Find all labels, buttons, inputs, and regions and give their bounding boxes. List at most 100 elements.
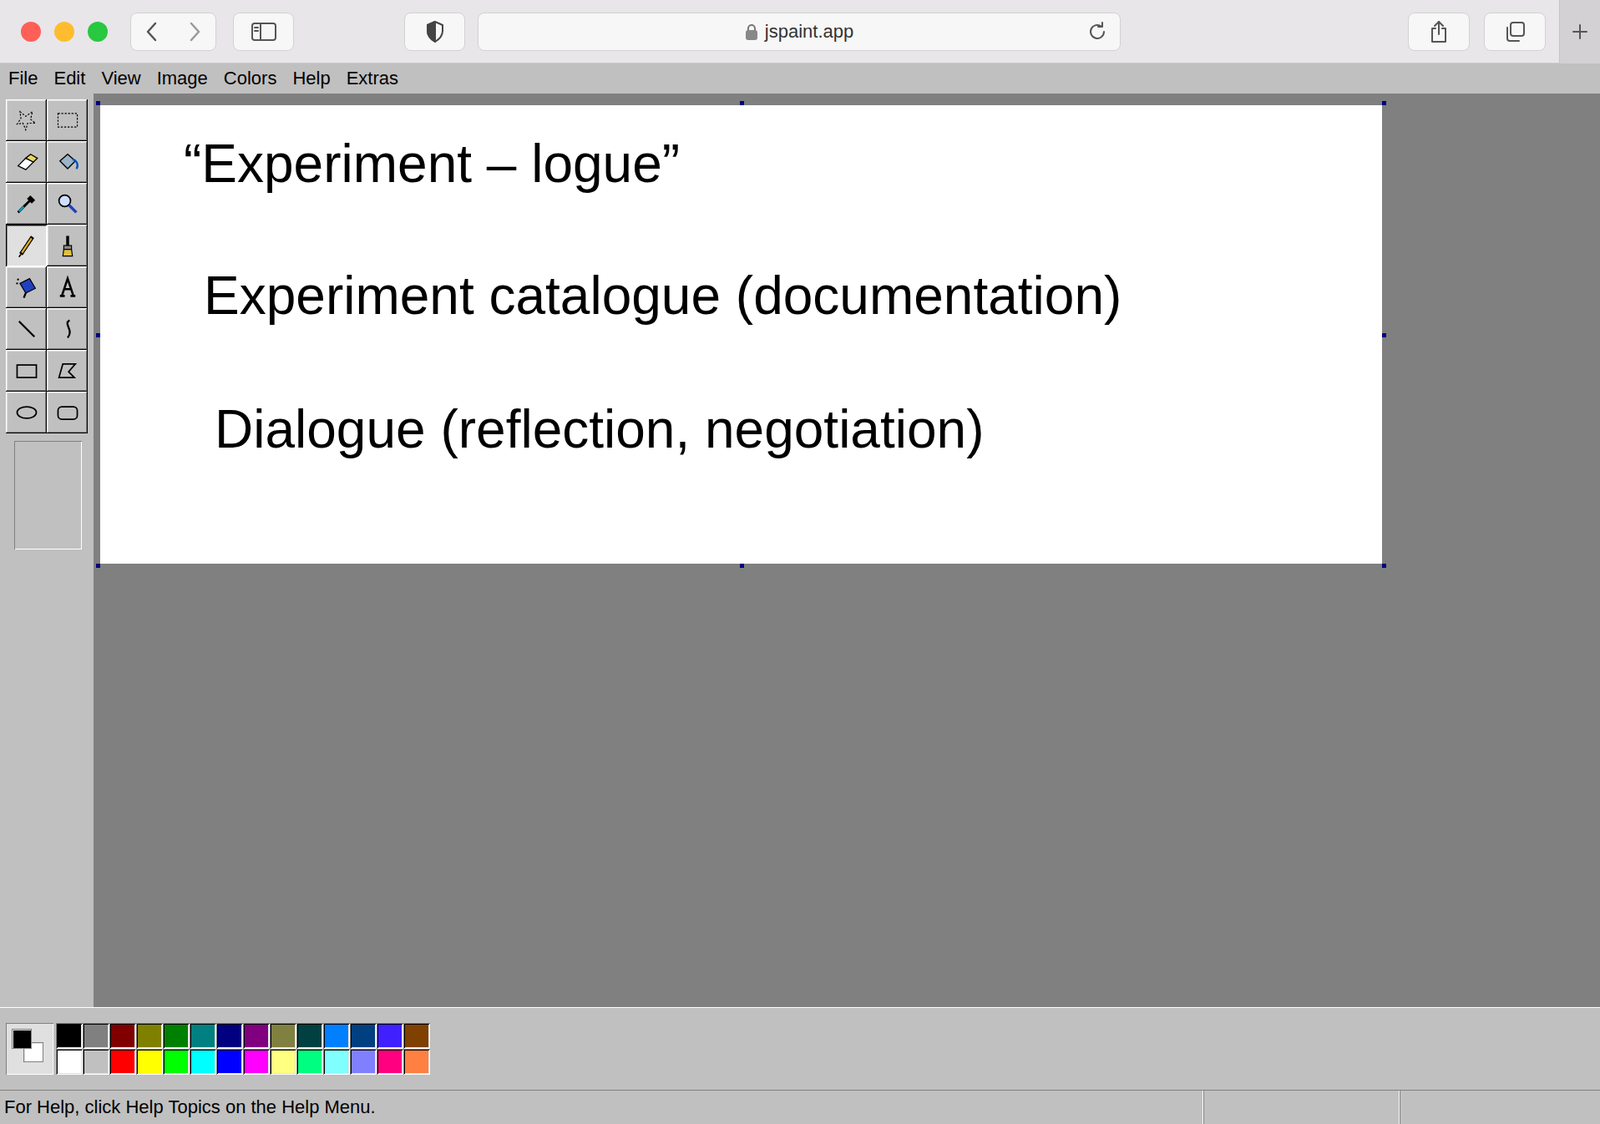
tool-button[interactable] <box>46 308 88 350</box>
tool-button[interactable] <box>5 266 47 309</box>
tool-button[interactable] <box>46 99 88 142</box>
resize-handle[interactable] <box>1382 101 1387 106</box>
tool-button[interactable] <box>5 308 47 350</box>
color-swatch[interactable] <box>376 1022 404 1049</box>
privacy-button[interactable] <box>404 12 466 51</box>
back-forward-buttons[interactable] <box>130 12 217 51</box>
menu-item[interactable]: Edit <box>53 63 93 94</box>
resize-handle[interactable] <box>1382 563 1387 568</box>
color-box <box>0 1007 1600 1090</box>
curve-icon <box>55 316 81 342</box>
color-swatch[interactable] <box>216 1048 244 1075</box>
browser-toolbar: jspaint.app <box>0 0 1600 64</box>
resize-handle[interactable] <box>739 563 745 568</box>
color-swatch[interactable] <box>296 1022 324 1049</box>
minimize-button[interactable] <box>54 21 75 42</box>
menu-item[interactable]: Colors <box>223 63 285 94</box>
color-swatch[interactable] <box>109 1022 137 1049</box>
pick-color-icon <box>14 191 40 217</box>
tool-button[interactable] <box>46 182 88 225</box>
tool-button[interactable] <box>46 391 88 434</box>
polygon-icon <box>55 358 81 384</box>
foreground-color[interactable] <box>12 1029 31 1049</box>
color-swatch[interactable] <box>376 1048 404 1075</box>
reload-icon[interactable] <box>1086 20 1109 43</box>
resize-handle[interactable] <box>96 101 101 106</box>
handwritten-line: “Experiment – logue” <box>183 131 680 197</box>
address-bar[interactable]: jspaint.app <box>477 12 1121 51</box>
pencil-icon <box>14 232 40 259</box>
tool-button[interactable] <box>5 99 47 142</box>
menu-item[interactable]: View <box>101 63 148 94</box>
color-swatch[interactable] <box>296 1048 324 1075</box>
sidebar-button[interactable] <box>232 12 294 51</box>
tool-button[interactable] <box>5 141 47 183</box>
color-swatch[interactable] <box>403 1048 431 1075</box>
plus-icon <box>1570 22 1590 41</box>
menu-item[interactable]: Help <box>292 63 338 94</box>
tabs-button[interactable] <box>1483 12 1546 51</box>
workspace: “Experiment – logue” Experiment catalogue… <box>0 93 1600 1008</box>
color-swatch[interactable] <box>243 1048 270 1075</box>
new-tab-button[interactable] <box>1559 0 1600 64</box>
rounded-rectangle-icon <box>55 400 81 426</box>
share-button[interactable] <box>1407 12 1470 51</box>
url-text: jspaint.app <box>764 17 854 46</box>
magnifier-icon <box>55 191 81 217</box>
sidebar-icon <box>250 21 278 42</box>
resize-handle[interactable] <box>96 333 101 338</box>
forward-icon <box>187 20 202 43</box>
status-size-pane <box>1400 1090 1600 1124</box>
tool-grid <box>0 93 94 434</box>
tool-button[interactable] <box>46 349 88 392</box>
color-swatch[interactable] <box>162 1022 190 1049</box>
select-icon <box>55 107 81 133</box>
status-position-pane <box>1204 1090 1401 1124</box>
resize-handle[interactable] <box>739 101 745 106</box>
eraser-icon <box>14 149 40 175</box>
color-swatch[interactable] <box>243 1022 270 1049</box>
tool-button[interactable] <box>5 391 47 434</box>
handwritten-line: Experiment catalogue (documentation) <box>203 263 1122 329</box>
zoom-button[interactable] <box>87 21 108 42</box>
color-swatch[interactable] <box>189 1022 217 1049</box>
color-swatch[interactable] <box>323 1022 350 1049</box>
menu-item[interactable]: Extras <box>346 63 406 94</box>
airbrush-icon <box>14 274 40 300</box>
current-colors[interactable] <box>5 1022 54 1075</box>
menu-item[interactable]: Image <box>156 63 216 94</box>
color-swatch[interactable] <box>349 1048 377 1075</box>
tool-button[interactable] <box>46 141 88 183</box>
resize-handle[interactable] <box>96 563 101 568</box>
resize-handle[interactable] <box>1382 333 1387 338</box>
color-swatch[interactable] <box>403 1022 431 1049</box>
color-swatch[interactable] <box>269 1022 297 1049</box>
color-swatch[interactable] <box>162 1048 190 1075</box>
color-swatch[interactable] <box>82 1048 110 1075</box>
tool-button[interactable] <box>5 182 47 225</box>
color-swatch[interactable] <box>349 1022 377 1049</box>
color-swatch[interactable] <box>323 1048 350 1075</box>
tool-button[interactable] <box>46 224 88 267</box>
tool-button[interactable] <box>5 224 47 267</box>
tool-button[interactable] <box>46 266 88 309</box>
free-form-select-icon <box>14 107 40 133</box>
color-swatch[interactable] <box>189 1048 217 1075</box>
color-swatch[interactable] <box>109 1048 137 1075</box>
line-icon <box>14 316 40 342</box>
color-swatch[interactable] <box>55 1048 83 1075</box>
color-swatch[interactable] <box>269 1048 297 1075</box>
color-swatch[interactable] <box>82 1022 110 1049</box>
tool-button[interactable] <box>5 349 47 392</box>
tool-options[interactable] <box>14 440 82 550</box>
tabs-icon <box>1503 20 1527 44</box>
close-button[interactable] <box>20 21 41 42</box>
menu-item[interactable]: File <box>8 63 46 94</box>
lock-icon <box>744 23 759 41</box>
color-swatch[interactable] <box>136 1048 163 1075</box>
drawing-canvas[interactable]: “Experiment – logue” Experiment catalogue… <box>100 105 1383 564</box>
color-swatch[interactable] <box>55 1022 83 1049</box>
status-text-pane: For Help, click Help Topics on the Help … <box>0 1090 1205 1124</box>
color-swatch[interactable] <box>216 1022 244 1049</box>
color-swatch[interactable] <box>136 1022 163 1049</box>
